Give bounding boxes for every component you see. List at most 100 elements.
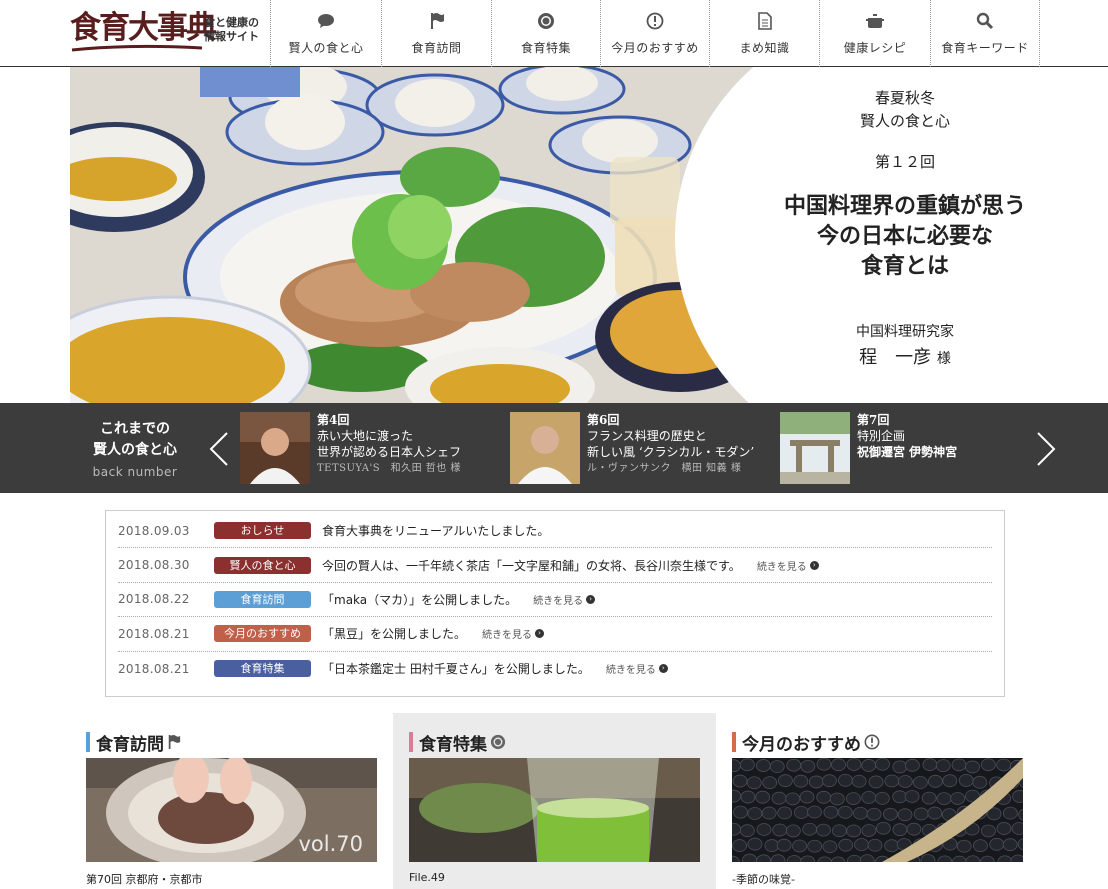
read-more-link[interactable]: 続きを見る ›: [533, 592, 596, 607]
news-date: 2018.08.30: [118, 558, 190, 573]
news-date: 2018.08.22: [118, 592, 190, 607]
hero-name-text: 程 一彦: [859, 347, 932, 368]
news-category-badge[interactable]: 今月のおすすめ: [214, 625, 311, 643]
hero-title-line1: 中国料理界の重鎮が思う: [783, 193, 1026, 219]
hero-series-line2: 賢人の食と心: [859, 112, 950, 130]
logo-subtitle: 食と健康の情報サイト: [204, 16, 259, 43]
card-image[interactable]: [409, 758, 700, 862]
flag-icon: [167, 734, 181, 750]
card-houmon[interactable]: 食育訪問 vol.70 第70回 京都府・京都市: [70, 713, 393, 889]
read-more-link[interactable]: 続きを見る ›: [606, 661, 668, 676]
exclamation-circle-icon: [864, 734, 880, 750]
sun-badge-icon: [536, 11, 556, 31]
card-image[interactable]: vol.70: [86, 758, 377, 862]
card-tokushu[interactable]: 食育特集 File.49: [393, 713, 716, 889]
back-number-issue: 第7回: [857, 413, 890, 427]
news-date: 2018.09.03: [118, 523, 190, 538]
news-text[interactable]: 今回の賢人は、一千年続く茶店「一文字屋和舗」の女将、長谷川奈生様です。: [322, 557, 741, 574]
hero-text: 春夏秋冬 賢人の食と心 第１２回 中国料理界の重鎮が思う 今の日本に必要な 食育…: [760, 67, 1050, 403]
logo-text: 食育大事典: [70, 10, 217, 46]
read-more-link[interactable]: 続きを見る ›: [757, 558, 819, 573]
card-title: 今月のおすすめ: [742, 734, 861, 755]
card-heading: 今月のおすすめ: [732, 732, 880, 755]
news-list: 2018.09.03 おしらせ 食育大事典をリニューアルいたしました。 2018…: [105, 510, 1005, 697]
card-caption: -季節の味覚-: [732, 873, 795, 886]
news-text[interactable]: 「maka（マカ）」を公開しました。: [322, 591, 517, 608]
back-number-line2: 世界が認める日本人シェフ: [317, 445, 462, 459]
main-nav: 賢人の食と心 食育訪問 食育特集 今月のおすすめ まめ知識 健康レシピ 食育キー…: [270, 0, 1040, 67]
nav-label: 食育特集: [520, 41, 571, 55]
back-number-thumb: [510, 412, 580, 484]
cooking-pot-icon: [865, 11, 885, 31]
hero-title-line3: 食育とは: [860, 253, 949, 279]
back-number-bar: これまでの 賢人の食と心 back number 第4回 赤い大地に渡った 世界…: [0, 403, 1108, 493]
hero-banner[interactable]: 春夏秋冬 賢人の食と心 第１２回 中国料理界の重鎮が思う 今の日本に必要な 食育…: [70, 67, 1108, 403]
nav-label: 食育キーワード: [941, 41, 1029, 55]
card-image[interactable]: [732, 758, 1023, 862]
nav-label: 食育訪問: [411, 41, 462, 55]
news-category-badge[interactable]: おしらせ: [214, 522, 311, 540]
news-category-badge[interactable]: 食育特集: [214, 660, 311, 678]
chevron-right-icon: ›: [586, 594, 596, 604]
nav-item-mamechishiki[interactable]: まめ知識: [710, 0, 820, 67]
news-category-badge[interactable]: 賢人の食と心: [214, 556, 311, 574]
back-number-author: TETSUYA'S 和久田 哲也 様: [317, 463, 461, 474]
logo-swoosh-icon: [71, 44, 203, 52]
card-caption: File.49: [409, 871, 445, 884]
card-title: 食育特集: [419, 734, 487, 755]
back-number-line1: 赤い大地に渡った: [317, 429, 414, 443]
prev-arrow-icon[interactable]: [208, 431, 230, 467]
news-row: 2018.08.21 食育特集 「日本茶鑑定士 田村千夏さん」を公開しました。 …: [118, 652, 992, 686]
exclamation-circle-icon: [645, 11, 665, 31]
nav-label: まめ知識: [739, 41, 790, 55]
hero-name: 程 一彦 様: [760, 343, 1050, 369]
nav-item-tokushu[interactable]: 食育特集: [492, 0, 601, 67]
read-more-label: 続きを見る: [533, 595, 584, 607]
flag-icon: [427, 11, 447, 31]
hero-issue: 第１２回: [874, 153, 935, 171]
read-more-link[interactable]: 続きを見る ›: [482, 626, 545, 642]
nav-item-osusume[interactable]: 今月のおすすめ: [601, 0, 710, 67]
news-text[interactable]: 食育大事典をリニューアルいたしました。: [322, 522, 549, 539]
nav-label: 今月のおすすめ: [611, 41, 699, 55]
news-row: 2018.08.21 今月のおすすめ 「黒豆」を公開しました。 続きを見る ›: [118, 617, 992, 652]
back-number-heading[interactable]: これまでの 賢人の食と心 back number: [70, 419, 200, 479]
back-number-text: 第7回 特別企画 祝御遷宮 伊勢神宮: [857, 412, 1057, 460]
card-osusume[interactable]: 今月のおすすめ -季節の味覚-: [716, 713, 1039, 889]
back-number-thumb: [240, 412, 310, 484]
hero-role: 中国料理研究家: [856, 324, 954, 340]
nav-item-houmon[interactable]: 食育訪問: [382, 0, 492, 67]
search-icon: [975, 11, 995, 31]
nav-item-kenjin[interactable]: 賢人の食と心: [271, 0, 382, 67]
news-text[interactable]: 「日本茶鑑定士 田村千夏さん」を公開しました。: [322, 660, 590, 677]
site-logo[interactable]: 食育大事典 食と健康の情報サイト: [70, 8, 270, 58]
news-date: 2018.08.21: [118, 661, 190, 676]
read-more-label: 続きを見る: [756, 561, 807, 573]
nav-item-keyword[interactable]: 食育キーワード: [931, 0, 1040, 67]
card-overlay-text: vol.70: [298, 832, 363, 856]
hero-series-line1: 春夏秋冬: [874, 89, 935, 107]
chevron-right-icon: ›: [535, 629, 545, 639]
hero-title: 中国料理界の重鎮が思う 今の日本に必要な 食育とは: [760, 191, 1050, 281]
read-more-label: 続きを見る: [605, 665, 656, 677]
back-number-heading-line1: これまでの: [100, 421, 170, 437]
site-header: 食育大事典 食と健康の情報サイト 賢人の食と心 食育訪問 食育特集 今月のおすす…: [0, 0, 1108, 67]
back-number-issue: 第4回: [317, 413, 350, 427]
news-date: 2018.08.21: [118, 626, 190, 641]
news-category-badge[interactable]: 食育訪問: [214, 590, 311, 608]
feature-cards: 食育訪問 vol.70 第70回 京都府・京都市 食育特集 File.49 今月…: [70, 713, 1040, 889]
news-row: 2018.08.30 賢人の食と心 今回の賢人は、一千年続く茶店「一文字屋和舗」…: [118, 548, 992, 583]
back-number-line2: 祝御遷宮 伊勢神宮: [857, 445, 958, 459]
next-arrow-icon[interactable]: [1035, 431, 1057, 467]
back-number-sub: back number: [92, 465, 178, 479]
read-more-label: 続きを見る: [482, 630, 533, 642]
news-text[interactable]: 「黒豆」を公開しました。: [322, 625, 466, 642]
sun-badge-icon: [490, 734, 506, 750]
card-caption: 第70回 京都府・京都市: [86, 873, 203, 886]
back-number-line2: 新しい風 ‘クラシカル・モダン’: [587, 445, 755, 459]
card-heading: 食育訪問: [86, 732, 181, 755]
back-number-heading-line2: 賢人の食と心: [93, 442, 177, 458]
back-number-author: ル・ヴァンサンク 横田 知義 様: [587, 463, 742, 474]
nav-item-recipe[interactable]: 健康レシピ: [820, 0, 931, 67]
back-number-thumb: [780, 412, 850, 484]
